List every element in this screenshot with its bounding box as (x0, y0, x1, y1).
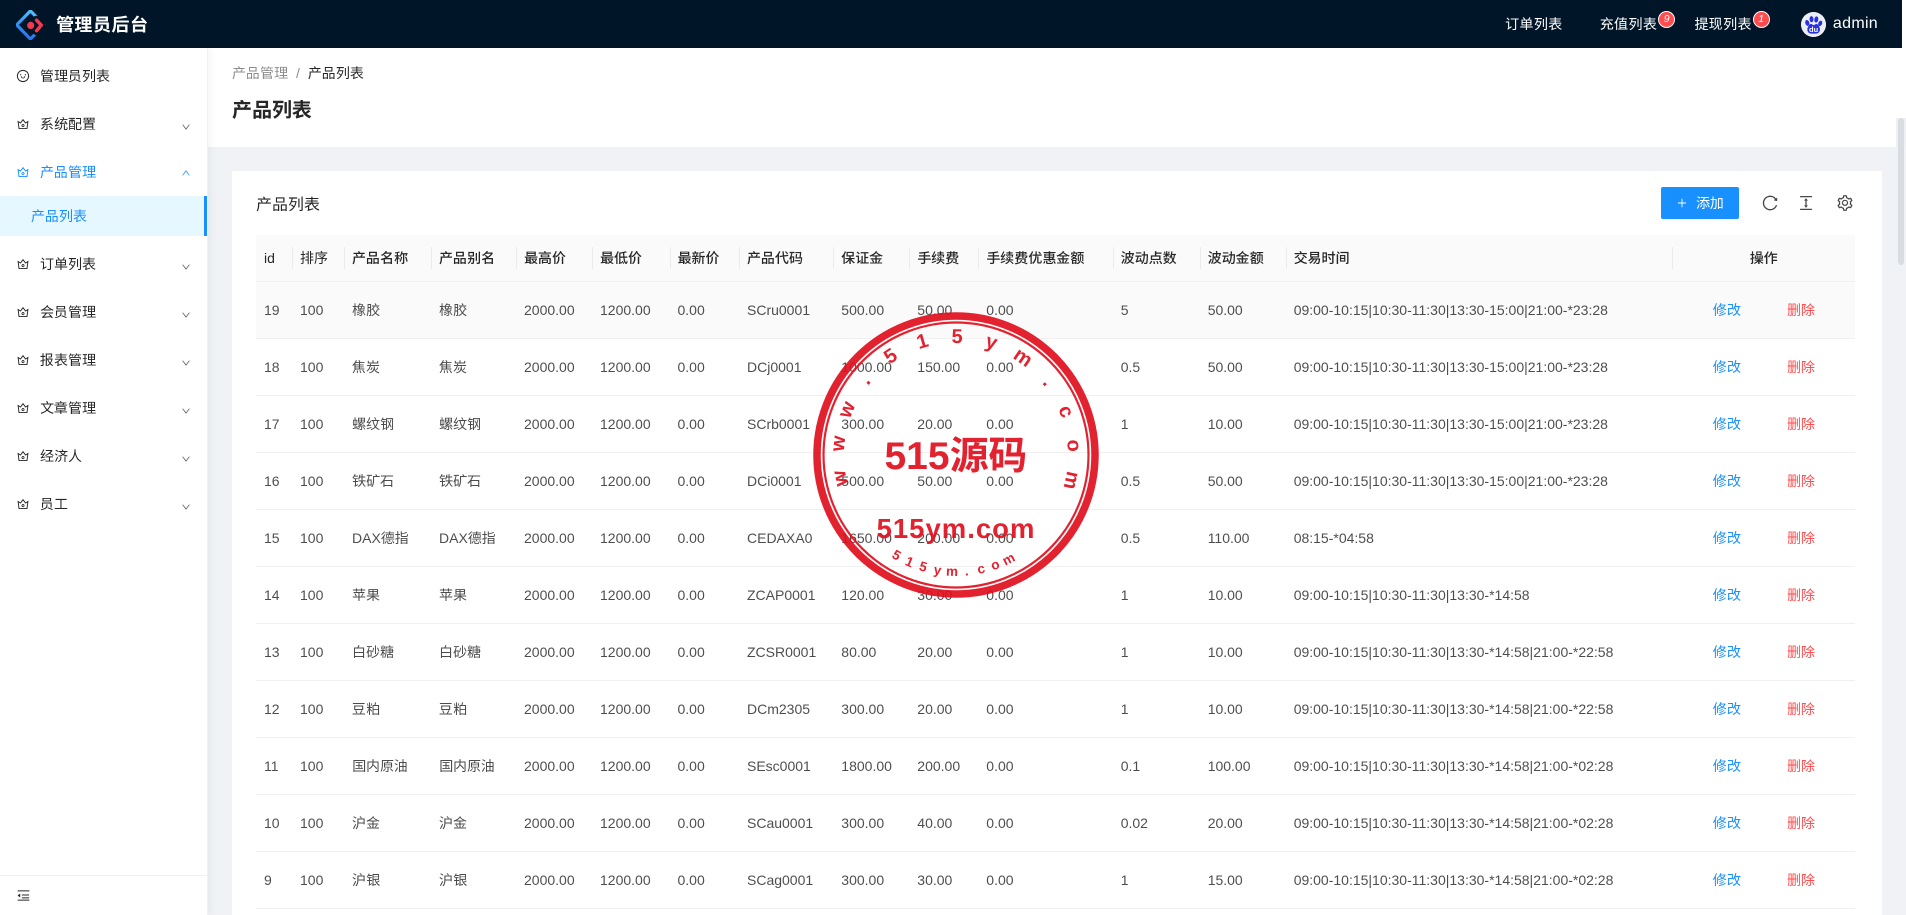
svg-text:515源码: 515源码 (884, 425, 1027, 481)
svg-text:5: 5 (880, 344, 901, 368)
svg-text:.: . (1038, 372, 1059, 390)
svg-text:y: y (933, 562, 943, 578)
svg-text:du: du (1809, 25, 1819, 34)
svg-text:.: . (855, 371, 876, 389)
svg-text:m: m (946, 564, 959, 579)
svg-text:o: o (1062, 439, 1085, 453)
svg-text:w: w (827, 434, 851, 453)
svg-text:m: m (1059, 469, 1084, 491)
svg-text:1: 1 (903, 553, 916, 570)
svg-text:c: c (1054, 402, 1079, 420)
svg-text:w: w (828, 468, 853, 489)
svg-text:m: m (1000, 550, 1017, 569)
svg-text:5: 5 (951, 326, 962, 348)
svg-text:5: 5 (889, 547, 904, 564)
svg-text:.: . (964, 563, 969, 578)
svg-text:w: w (834, 398, 861, 422)
svg-text:515ym.com: 515ym.com (877, 513, 1036, 544)
svg-text:c: c (976, 561, 987, 577)
svg-text:o: o (989, 556, 1002, 573)
svg-text:1: 1 (914, 330, 931, 354)
svg-text:y: y (983, 330, 1001, 355)
svg-text:5: 5 (918, 559, 930, 576)
